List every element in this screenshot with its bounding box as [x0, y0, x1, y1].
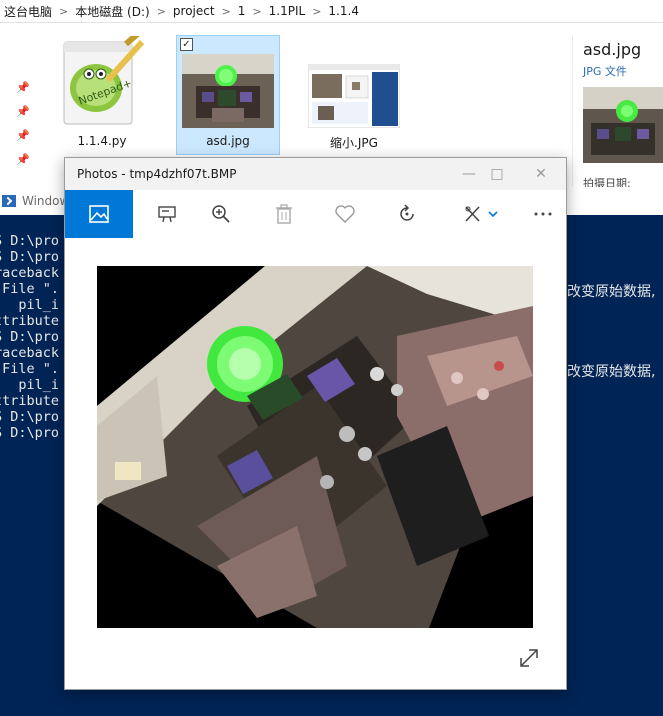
console-line: raceback	[0, 265, 60, 281]
breadcrumb-label[interactable]: project	[173, 4, 215, 18]
console-line: S D:\pro	[0, 329, 60, 345]
present-icon[interactable]	[145, 190, 189, 238]
console-line: ttribute	[0, 313, 60, 329]
console-line: S D:\pro	[0, 233, 60, 249]
delete-icon[interactable]	[262, 190, 306, 238]
photo-canvas[interactable]	[97, 266, 533, 628]
breadcrumb-label[interactable]: 1.1.4	[328, 4, 359, 18]
photos-window[interactable]: Photos - tmp4dzhf07t.BMP — □ ✕	[64, 157, 567, 690]
close-button[interactable]: ✕	[521, 162, 561, 186]
console-line: raceback	[0, 345, 60, 361]
more-icon[interactable]	[521, 190, 565, 238]
breadcrumb-label[interactable]: 本地磁盘 (D:)	[75, 3, 149, 20]
chevron-right-icon[interactable]: >	[252, 5, 261, 18]
console-output[interactable]: S D:\pro S D:\pro raceback File ". pil_i…	[0, 217, 59, 457]
breadcrumb[interactable]: 这台电脑 > 本地磁盘 (D:) > project > 1 > 1.1PIL > 1.1…	[0, 0, 663, 23]
file-item-selected[interactable]: ✓ asd.jpg	[176, 35, 280, 155]
console-line: S D:\pro	[0, 425, 60, 441]
chevron-right-icon[interactable]: >	[312, 5, 321, 18]
breadcrumb-item[interactable]: project >	[173, 4, 238, 18]
console-line: pil_i	[0, 297, 60, 313]
window-title: Photos - tmp4dzhf07t.BMP	[77, 167, 237, 181]
file-item[interactable]: 缩小.JPG	[304, 36, 404, 151]
maximize-button[interactable]: □	[477, 162, 517, 186]
rotate-icon[interactable]	[385, 190, 429, 238]
image-icon[interactable]	[65, 190, 133, 238]
file-name: asd.jpg	[206, 134, 250, 148]
console-line: File ".	[0, 361, 60, 377]
details-type: JPG 文件	[583, 65, 627, 78]
pin-icon[interactable]: 📌	[16, 76, 30, 100]
screenshot-thumbnail	[307, 63, 401, 129]
pin-icon[interactable]: 📌	[16, 100, 30, 124]
breadcrumb-label[interactable]: 1.1PIL	[269, 4, 306, 18]
console-line: ttribute	[0, 393, 60, 409]
heart-icon[interactable]	[323, 190, 367, 238]
fullscreen-icon[interactable]	[518, 647, 540, 669]
console-side-text: 改变原始数据,	[567, 284, 656, 300]
breadcrumb-item[interactable]: 1 >	[238, 4, 269, 18]
chevron-right-icon[interactable]: >	[157, 5, 166, 18]
powershell-icon	[2, 195, 16, 207]
photos-toolbar	[65, 190, 566, 238]
edit-draw-icon[interactable]	[455, 190, 511, 238]
chevron-right-icon[interactable]: >	[222, 5, 231, 18]
details-pane: asd.jpg JPG 文件 拍摄日期:	[572, 36, 663, 196]
checkbox-icon[interactable]: ✓	[180, 38, 193, 51]
file-item[interactable]: Notepad+ 1.1.4.py	[52, 27, 152, 148]
console-line: S D:\pro	[0, 409, 60, 425]
breadcrumb-label[interactable]: 1	[238, 4, 246, 18]
console-line: pil_i	[0, 377, 60, 393]
quick-access-pins: 📌 📌 📌 📌	[16, 76, 30, 172]
zoom-in-icon[interactable]	[199, 190, 243, 238]
breadcrumb-item[interactable]: 这台电脑 >	[4, 3, 75, 20]
pin-icon[interactable]: 📌	[16, 148, 30, 172]
breadcrumb-item[interactable]: 1.1PIL >	[269, 4, 329, 18]
cockpit-photo	[97, 266, 533, 628]
image-thumbnail	[182, 54, 274, 128]
photos-titlebar[interactable]: Photos - tmp4dzhf07t.BMP — □ ✕	[65, 158, 566, 190]
breadcrumb-label[interactable]: 这台电脑	[4, 3, 52, 20]
breadcrumb-item[interactable]: 本地磁盘 (D:) >	[75, 3, 173, 20]
pin-icon[interactable]: 📌	[16, 124, 30, 148]
console-line: File ".	[0, 281, 60, 297]
file-name: 缩小.JPG	[330, 136, 378, 150]
notepad-plus-plus-icon: Notepad+	[56, 27, 148, 128]
console-side-text: 改变原始数据,	[567, 364, 656, 380]
chevron-right-icon[interactable]: >	[59, 5, 68, 18]
details-preview	[583, 87, 663, 163]
breadcrumb-item[interactable]: 1.1.4	[328, 4, 359, 18]
console-line: S D:\pro	[0, 249, 60, 265]
details-title: asd.jpg	[583, 40, 642, 59]
file-name: 1.1.4.py	[77, 134, 127, 148]
